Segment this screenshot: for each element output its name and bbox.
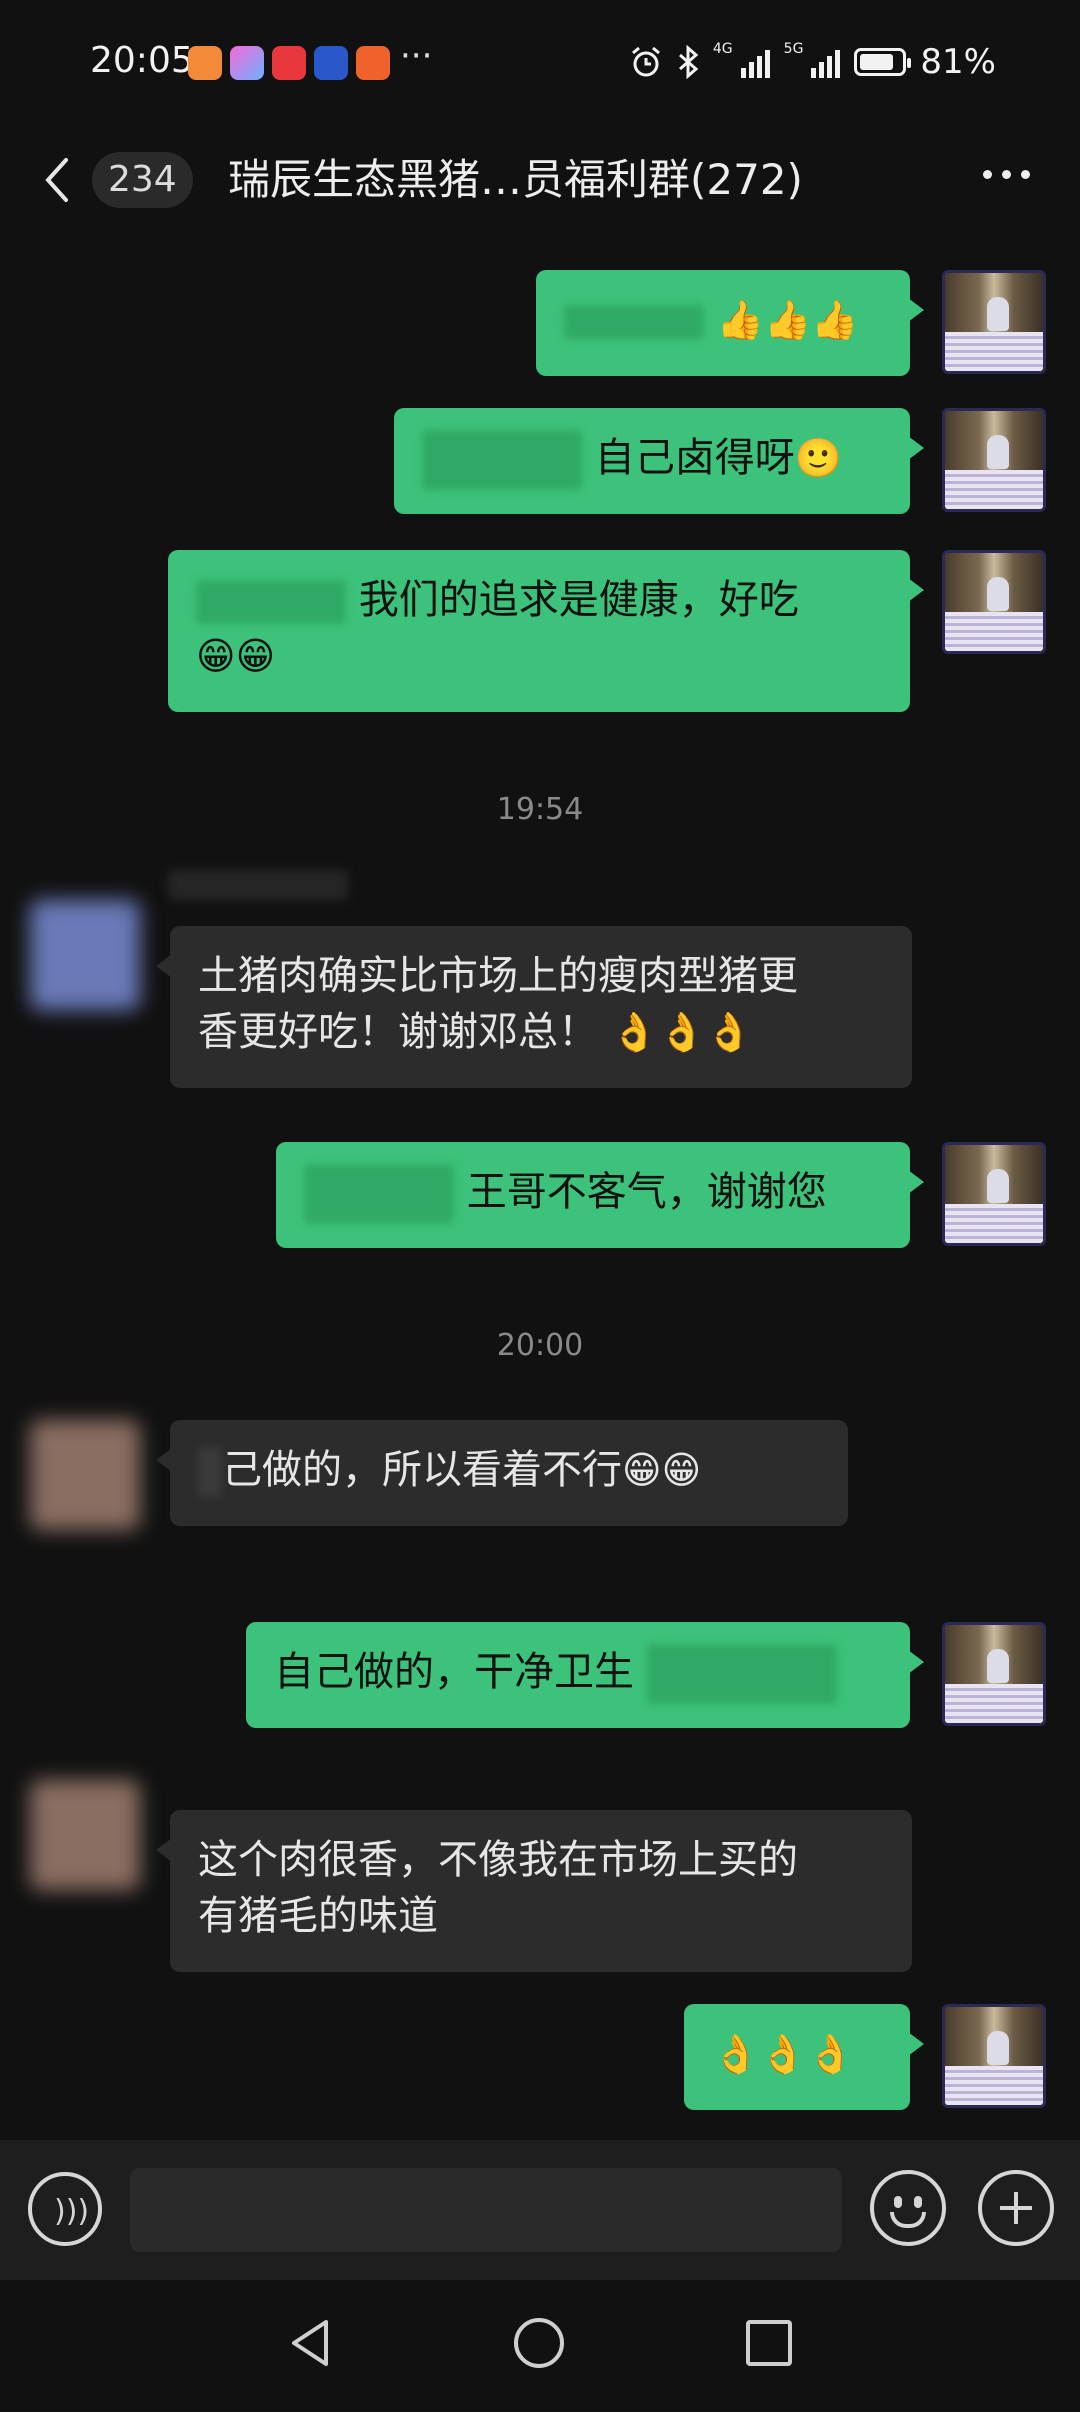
app-notification-icon xyxy=(188,46,222,80)
my-avatar[interactable] xyxy=(942,2004,1046,2108)
redacted-content xyxy=(564,305,704,339)
taobao-icon xyxy=(272,46,306,80)
back-icon[interactable] xyxy=(38,154,78,206)
message-bubble[interactable]: 自己卤得呀🙂 xyxy=(394,408,924,514)
message-bubble[interactable]: 👌👌👌 xyxy=(684,2004,924,2110)
sender-name-redacted xyxy=(168,870,348,900)
voice-icon: ))) xyxy=(54,2194,90,2229)
timestamp: 19:54 xyxy=(496,792,584,827)
status-time: 20:05 xyxy=(90,40,194,81)
signal-strength-icon xyxy=(811,46,841,78)
message-emoji: 👍👍👍 xyxy=(716,298,859,342)
message-text: 有猪毛的味道 xyxy=(198,1893,438,1939)
message-text: 自己卤得呀 xyxy=(594,435,795,481)
message-bubble[interactable]: 自己做的，干净卫生 xyxy=(246,1622,924,1728)
input-bar: ))) xyxy=(0,2140,1080,2280)
nav-home-icon[interactable] xyxy=(514,2318,564,2368)
my-avatar[interactable] xyxy=(942,270,1046,374)
message-emoji: 😁😁 xyxy=(622,1448,702,1492)
notification-icons xyxy=(188,46,390,80)
alarm-icon xyxy=(631,46,660,77)
contact-avatar[interactable] xyxy=(30,900,140,1010)
message-text: 王哥不客气，谢谢您 xyxy=(466,1169,827,1215)
more-options-icon[interactable] xyxy=(983,170,1030,179)
message-input[interactable] xyxy=(130,2168,842,2252)
app-notification-icon xyxy=(314,46,348,80)
contact-avatar[interactable] xyxy=(30,1420,140,1530)
message-bubble[interactable]: 👍👍👍 xyxy=(536,270,924,376)
network-type-label: 5G xyxy=(783,41,804,57)
chat-title: 瑞辰生态黑猪…员福利群(272) xyxy=(228,155,803,204)
message-text: 己做的，所以看着不行 xyxy=(222,1447,622,1493)
message-text: 自己做的，干净卫生 xyxy=(274,1649,634,1695)
nav-back-icon[interactable] xyxy=(288,2318,332,2368)
my-avatar[interactable] xyxy=(942,1142,1046,1246)
message-emoji: 😁😁 xyxy=(196,634,276,678)
network-type-label: 4G xyxy=(712,41,733,57)
redacted-content xyxy=(646,1644,837,1704)
voice-input-button[interactable]: ))) xyxy=(28,2172,102,2246)
message-text: 这个肉很香，不像我在市场上买的 xyxy=(198,1837,798,1883)
more-functions-button[interactable] xyxy=(978,2170,1054,2246)
battery-icon xyxy=(854,48,912,76)
chat-header: 234 瑞辰生态黑猪…员福利群(272) xyxy=(0,130,1080,230)
nav-recent-apps-icon[interactable] xyxy=(746,2320,792,2366)
redacted-content xyxy=(422,430,582,490)
message-emoji: 👌👌👌 xyxy=(712,2032,854,2076)
message-text: 土猪肉确实比市场上的瘦肉型猪更 xyxy=(198,953,798,999)
system-status: 4G 5G 81% xyxy=(629,42,996,82)
battery-level-fill xyxy=(860,54,893,70)
message-bubble[interactable]: 土猪肉确实比市场上的瘦肉型猪更 香更好吃！谢谢邓总！ 👌👌👌 xyxy=(156,926,912,1088)
message-bubble[interactable]: 我们的追求是健康，好吃 😁😁 xyxy=(168,550,924,712)
my-avatar[interactable] xyxy=(942,408,1046,512)
message-bubble[interactable]: 王哥不客气，谢谢您 xyxy=(276,1142,924,1248)
my-avatar[interactable] xyxy=(942,550,1046,654)
unread-count-badge[interactable]: 234 xyxy=(92,152,193,208)
my-avatar[interactable] xyxy=(942,1622,1046,1726)
bluetooth-icon xyxy=(678,45,699,79)
app-notification-icon xyxy=(230,46,264,80)
redacted-content xyxy=(198,1447,222,1497)
message-emoji: 🙂 xyxy=(794,436,843,480)
battery-percentage: 81% xyxy=(920,42,996,82)
message-bubble[interactable]: 己做的，所以看着不行😁😁 xyxy=(156,1420,848,1526)
more-notifications-indicator: ··· xyxy=(400,36,433,76)
timestamp: 20:00 xyxy=(496,1328,584,1363)
message-list[interactable]: 👍👍👍 自己卤得呀🙂 我们的追求是健康，好吃 😁😁 19:54 土猪肉确实比市场… xyxy=(0,240,1080,2140)
message-text: 我们的追求是健康，好吃 xyxy=(358,577,799,623)
message-bubble[interactable]: 这个肉很香，不像我在市场上买的 有猪毛的味道 xyxy=(156,1810,912,1972)
signal-strength-icon xyxy=(740,46,770,78)
status-bar: 20:05 ··· 4G 5G 81% xyxy=(0,0,1080,120)
redacted-content xyxy=(304,1164,454,1224)
system-navigation-bar xyxy=(0,2280,1080,2412)
message-text: 香更好吃！谢谢邓总！ xyxy=(198,1009,598,1055)
emoji-icon xyxy=(894,2196,902,2208)
message-emoji: 👌👌👌 xyxy=(610,1010,753,1054)
app-notification-icon xyxy=(356,46,390,80)
contact-avatar[interactable] xyxy=(30,1780,140,1890)
redacted-content xyxy=(196,580,346,624)
emoji-button[interactable] xyxy=(870,2170,946,2246)
